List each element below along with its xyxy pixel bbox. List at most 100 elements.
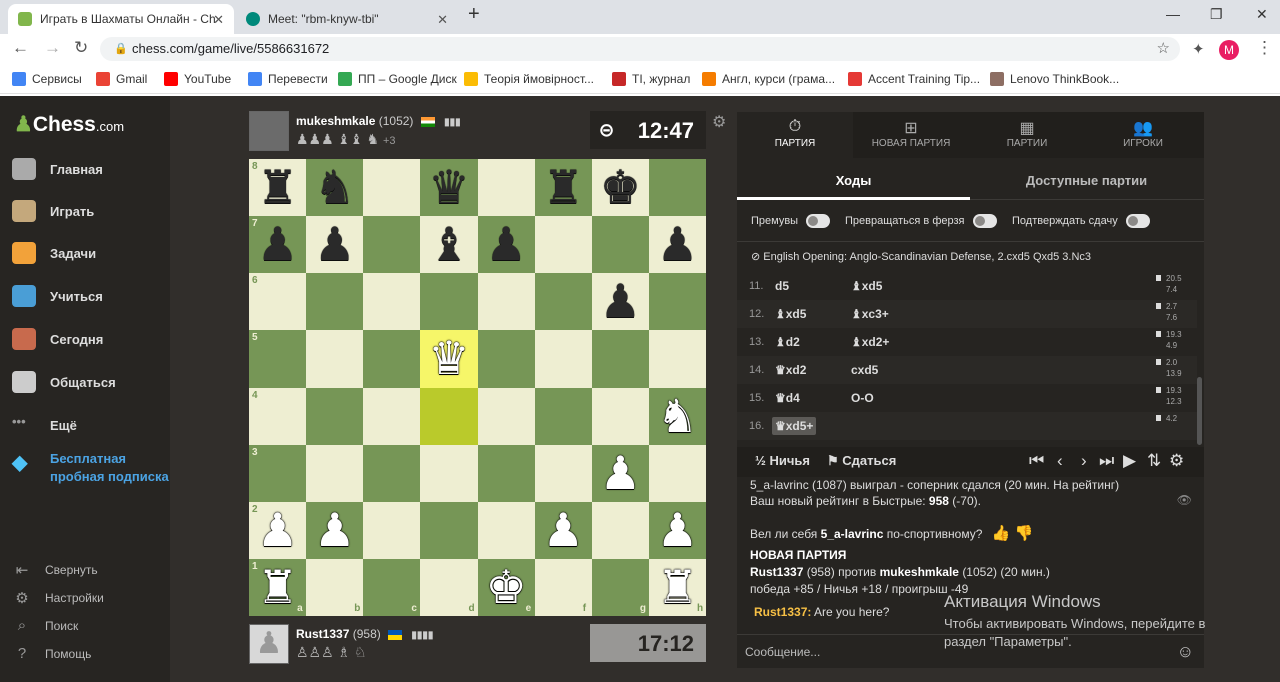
tab-chess[interactable]: Играть в Шахматы Онлайн - Ch ✕ [8,4,234,34]
nav-more[interactable]: ••• Ещё [12,414,77,436]
next-move-icon[interactable]: › [1081,451,1087,471]
black-pawn-piece[interactable]: ♟ [649,216,706,273]
profile-avatar[interactable]: M [1219,40,1239,60]
player-name[interactable]: mukeshmkale [296,114,375,128]
white-move[interactable]: ♛d4 [775,391,800,405]
vs-player2[interactable]: mukeshmkale [880,565,959,579]
white-move[interactable]: d5 [775,279,789,293]
bookmark-item[interactable]: Англ, курси (грама... [702,72,835,86]
tab-games[interactable]: ▦ ПАРТИИ [969,112,1085,158]
q-name[interactable]: 5_a-lavrinc [821,527,884,541]
square-d4[interactable] [420,387,478,445]
square-b3[interactable] [306,444,364,502]
black-move[interactable]: ♝xd2+ [851,335,889,349]
maximize-icon[interactable]: ❐ [1210,6,1223,23]
square-b6[interactable] [306,273,364,331]
nav-today[interactable]: Сегодня [12,328,103,350]
square-d3[interactable] [420,444,478,502]
auto-queen-toggle[interactable]: Превращаться в ферзя [845,214,997,228]
toggle-switch[interactable] [1125,214,1150,228]
tab-meet[interactable]: Meet: "rbm-knyw-tbi" ✕ [236,4,458,34]
white-pawn-piece[interactable]: ♟ [649,502,706,559]
black-move[interactable]: ♝xd5 [851,279,882,293]
confirm-resign-toggle[interactable]: Подтверждать сдачу [1012,214,1150,228]
square-e3[interactable] [477,444,535,502]
white-move[interactable]: ♝d2 [775,335,800,349]
square-c5[interactable] [363,330,421,388]
draw-button[interactable]: ½ Ничья [755,453,810,468]
square-e5[interactable] [477,330,535,388]
chess-logo[interactable]: ♟Chess.com [14,112,124,137]
tab-players[interactable]: 👥 ИГРОКИ [1085,112,1201,158]
flip-board-icon[interactable]: ⇅ [1147,451,1161,471]
square-h5[interactable] [648,330,706,388]
tab-moves[interactable]: Ходы [737,158,970,200]
new-tab-button[interactable]: + [468,3,480,26]
black-pawn-piece[interactable]: ♟ [249,216,306,273]
resign-button[interactable]: ⚑ Сдаться [827,453,896,469]
white-pawn-piece[interactable]: ♟ [535,502,592,559]
square-h8[interactable] [648,159,706,217]
hide-icon[interactable]: 👁 [1177,493,1192,507]
bookmark-item[interactable]: YouTube [164,72,231,86]
square-e8[interactable] [477,159,535,217]
chat-user[interactable]: Rust1337: [754,605,811,619]
square-c2[interactable] [363,501,421,559]
bookmark-item[interactable]: Перевести [248,72,328,86]
nav-puzzles[interactable]: Задачи [12,242,96,264]
extensions-icon[interactable]: ✦ [1192,40,1205,58]
square-f4[interactable] [534,387,592,445]
square-c4[interactable] [363,387,421,445]
square-d6[interactable] [420,273,478,331]
square-g2[interactable] [591,501,649,559]
square-c7[interactable] [363,216,421,274]
square-e2[interactable] [477,501,535,559]
square-b4[interactable] [306,387,364,445]
close-window-icon[interactable]: ✕ [1256,6,1268,23]
bookmark-item[interactable]: Lenovo ThinkBook... [990,72,1119,86]
black-rook-piece[interactable]: ♜ [535,159,592,216]
reload-icon[interactable]: ↻ [74,38,88,58]
square-h3[interactable] [648,444,706,502]
square-f3[interactable] [534,444,592,502]
board-settings-icon[interactable]: ⚙ [712,112,726,132]
white-move[interactable]: ♛xd5+ [772,417,817,435]
black-knight-piece[interactable]: ♞ [306,159,363,216]
square-c8[interactable] [363,159,421,217]
nav-settings[interactable]: ⚙ Настройки [12,589,104,607]
forward-icon[interactable]: → [44,38,61,58]
white-pawn-piece[interactable]: ♟ [592,445,649,502]
square-f5[interactable] [534,330,592,388]
minimize-icon[interactable]: — [1166,6,1180,22]
free-trial-link[interactable]: ◆ Бесплатная пробная подписка [12,450,169,486]
close-tab-icon[interactable]: ✕ [437,12,448,28]
vs-player1[interactable]: Rust1337 [750,565,803,579]
menu-icon[interactable]: ⋮ [1256,38,1273,58]
bookmark-item[interactable]: ПП – Google Диск [338,72,457,86]
white-move[interactable]: ♛xd2 [775,363,806,377]
bookmark-item[interactable]: TI, журнал [612,72,690,86]
black-pawn-piece[interactable]: ♟ [592,273,649,330]
square-g7[interactable] [591,216,649,274]
play-icon[interactable]: ▶ [1123,451,1136,471]
last-move-icon[interactable]: ⏭ [1099,451,1114,471]
nav-home[interactable]: Главная [12,158,103,180]
white-rook-piece[interactable]: ♜ [649,559,706,616]
nav-learn[interactable]: Учиться [12,285,103,307]
url-bar[interactable]: 🔒 chess.com/game/live/5586631672 ☆ [100,37,1180,61]
black-move[interactable]: O-O [851,391,874,405]
square-h6[interactable] [648,273,706,331]
nav-play[interactable]: Играть [12,200,94,222]
white-queen-piece[interactable]: ♛ [420,330,477,387]
black-pawn-piece[interactable]: ♟ [478,216,535,273]
bookmark-item[interactable]: Gmail [96,72,147,86]
avatar[interactable]: ♟ [249,624,289,664]
tab-open-games[interactable]: Доступные партии [970,158,1203,200]
square-g5[interactable] [591,330,649,388]
first-move-icon[interactable]: ⏮ [1029,451,1044,471]
square-e6[interactable] [477,273,535,331]
back-icon[interactable]: ← [12,38,29,58]
white-rook-piece[interactable]: ♜ [249,559,306,616]
close-tab-icon[interactable]: ✕ [213,12,224,28]
bookmark-item[interactable]: Сервисы [12,72,82,86]
